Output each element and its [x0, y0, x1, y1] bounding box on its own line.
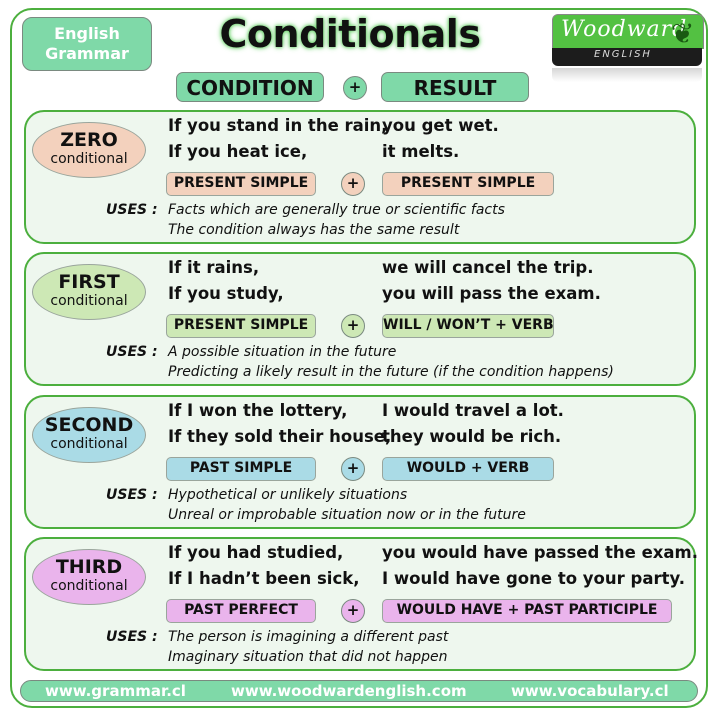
use-2: The condition always has the same result	[168, 222, 460, 238]
use-1: Facts which are generally true or scient…	[168, 202, 505, 218]
result-form: WILL / WON’T + VERB	[382, 314, 554, 338]
condition-example-1: If I won the lottery,	[168, 401, 348, 420]
badge-subtitle: conditional	[50, 293, 128, 309]
section-third-conditional: THIRD conditional If you had studied, yo…	[24, 537, 699, 671]
condition-example-2: If they sold their house,	[168, 427, 392, 446]
condition-example-1: If you had studied,	[168, 543, 344, 562]
footer-bar: www.grammar.cl www.woodwardenglish.com w…	[20, 680, 698, 702]
footer-link-woodward[interactable]: www.woodwardenglish.com	[231, 682, 467, 700]
badge-subtitle: conditional	[50, 151, 128, 167]
plus-icon: +	[343, 76, 367, 100]
use-1: The person is imagining a different past	[168, 629, 449, 645]
condition-form: PRESENT SIMPLE	[166, 314, 316, 338]
condition-example-2: If I hadn’t been sick,	[168, 569, 360, 588]
badge-zero: ZERO conditional	[32, 122, 146, 178]
plus-icon: +	[341, 314, 365, 338]
result-example-2: they would be rich.	[382, 427, 562, 446]
condition-example-1: If you stand in the rain,	[168, 116, 388, 135]
use-2: Unreal or improbable situation now or in…	[168, 507, 526, 523]
result-example-2: you will pass the exam.	[382, 284, 601, 303]
badge-title: SECOND	[44, 414, 134, 436]
uses-label: USES :	[106, 202, 158, 218]
logo-brand: Woodward	[561, 17, 688, 42]
footer-link-grammar[interactable]: www.grammar.cl	[45, 682, 186, 700]
uses-label: USES :	[106, 487, 158, 503]
badge-subtitle: conditional	[50, 578, 128, 594]
badge-title: ZERO	[60, 129, 118, 151]
woodward-logo: Woodward ❦ ENGLISH	[552, 14, 704, 84]
plus-icon: +	[341, 172, 365, 196]
fern-icon: ❦	[671, 17, 695, 50]
result-form: WOULD + VERB	[382, 457, 554, 481]
condition-example-1: If it rains,	[168, 258, 260, 277]
use-2: Imaginary situation that did not happen	[168, 649, 448, 665]
footer-link-vocabulary[interactable]: www.vocabulary.cl	[511, 682, 669, 700]
logo-sub: ENGLISH	[594, 49, 652, 60]
uses-label: USES :	[106, 344, 158, 360]
result-example-1: I would travel a lot.	[382, 401, 564, 420]
condition-form: PAST SIMPLE	[166, 457, 316, 481]
page-title: Conditionals	[219, 12, 481, 56]
condition-example-2: If you study,	[168, 284, 284, 303]
result-header: RESULT	[381, 72, 529, 102]
use-2: Predicting a likely result in the future…	[168, 364, 614, 380]
section-second-conditional: SECOND conditional If I won the lottery,…	[24, 395, 696, 529]
uses-label: USES :	[106, 629, 158, 645]
english-grammar-tag: English Grammar	[22, 17, 152, 71]
plus-icon: +	[341, 599, 365, 623]
condition-form: PAST PERFECT	[166, 599, 316, 623]
badge-title: FIRST	[58, 271, 120, 293]
condition-example-2: If you heat ice,	[168, 142, 308, 161]
badge-second: SECOND conditional	[32, 407, 146, 463]
result-example-2: I would have gone to your party.	[382, 569, 685, 588]
logo-reflection	[552, 68, 702, 82]
result-form: WOULD HAVE + PAST PARTICIPLE	[382, 599, 672, 623]
tag-line-1: English	[54, 24, 120, 43]
plus-icon: +	[341, 457, 365, 481]
badge-title: THIRD	[55, 556, 123, 578]
section-first-conditional: FIRST conditional If it rains, we will c…	[24, 252, 696, 386]
result-form: PRESENT SIMPLE	[382, 172, 554, 196]
badge-third: THIRD conditional	[32, 549, 146, 605]
condition-header: CONDITION	[176, 72, 324, 102]
result-example-1: you get wet.	[382, 116, 499, 135]
section-zero-conditional: ZERO conditional If you stand in the rai…	[24, 110, 696, 244]
result-example-2: it melts.	[382, 142, 460, 161]
result-example-1: you would have passed the exam.	[382, 543, 699, 562]
badge-subtitle: conditional	[50, 436, 128, 452]
tag-line-2: Grammar	[45, 44, 129, 63]
badge-first: FIRST conditional	[32, 264, 146, 320]
use-1: A possible situation in the future	[168, 344, 397, 360]
condition-form: PRESENT SIMPLE	[166, 172, 316, 196]
use-1: Hypothetical or unlikely situations	[168, 487, 408, 503]
result-example-1: we will cancel the trip.	[382, 258, 594, 277]
